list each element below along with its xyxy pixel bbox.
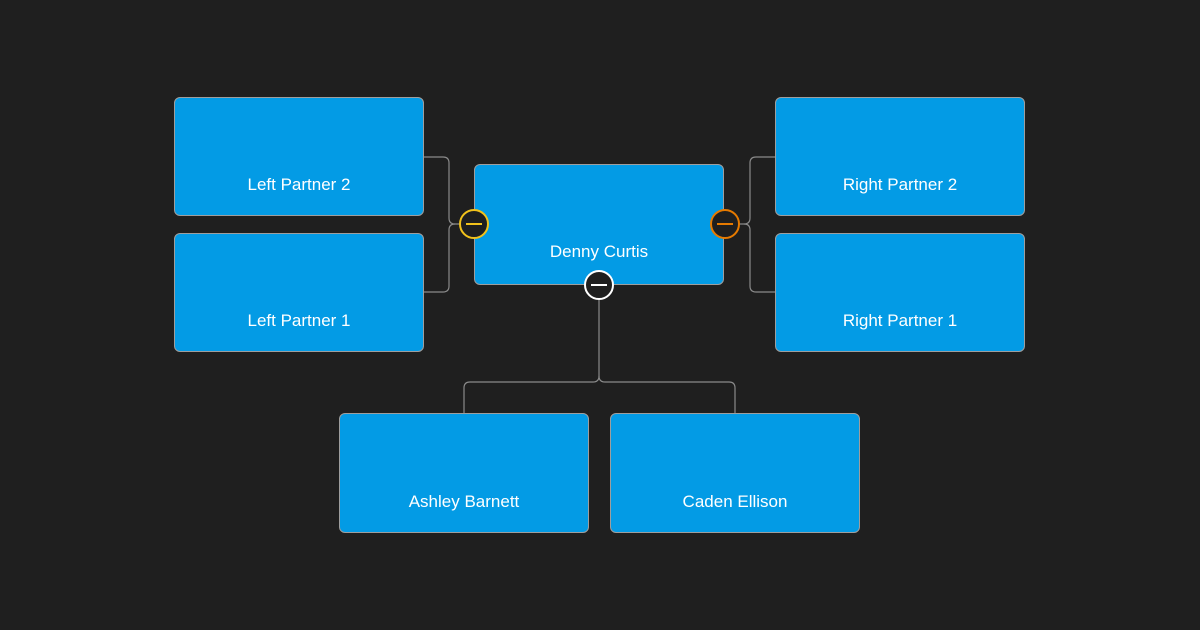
node-root[interactable]: Denny Curtis: [474, 164, 724, 285]
node-label: Caden Ellison: [682, 492, 788, 511]
link-child-2: [598, 375, 736, 413]
node-label: Ashley Barnett: [408, 492, 520, 511]
node-child-1[interactable]: Ashley Barnett: [339, 413, 589, 533]
node-left-partner-1[interactable]: Left Partner 1: [174, 233, 424, 352]
collapse-right-partners-button[interactable]: [710, 209, 740, 239]
node-right-partner-2[interactable]: Right Partner 2: [775, 97, 1025, 216]
link-right-partner-1: [743, 223, 775, 293]
minus-icon: [717, 223, 733, 225]
node-label: Right Partner 2: [842, 175, 958, 194]
minus-icon: [466, 223, 482, 225]
node-child-2[interactable]: Caden Ellison: [610, 413, 860, 533]
node-right-partner-1[interactable]: Right Partner 1: [775, 233, 1025, 352]
link-left-partner-1: [424, 223, 456, 293]
node-left-partner-2[interactable]: Left Partner 2: [174, 97, 424, 216]
collapse-children-button[interactable]: [584, 270, 614, 300]
minus-icon: [591, 284, 607, 286]
node-label: Right Partner 1: [842, 311, 958, 330]
collapse-left-partners-button[interactable]: [459, 209, 489, 239]
link-child-1: [463, 300, 600, 413]
node-label: Left Partner 1: [247, 311, 351, 330]
node-label: Denny Curtis: [549, 242, 649, 261]
node-label: Left Partner 2: [247, 175, 351, 194]
